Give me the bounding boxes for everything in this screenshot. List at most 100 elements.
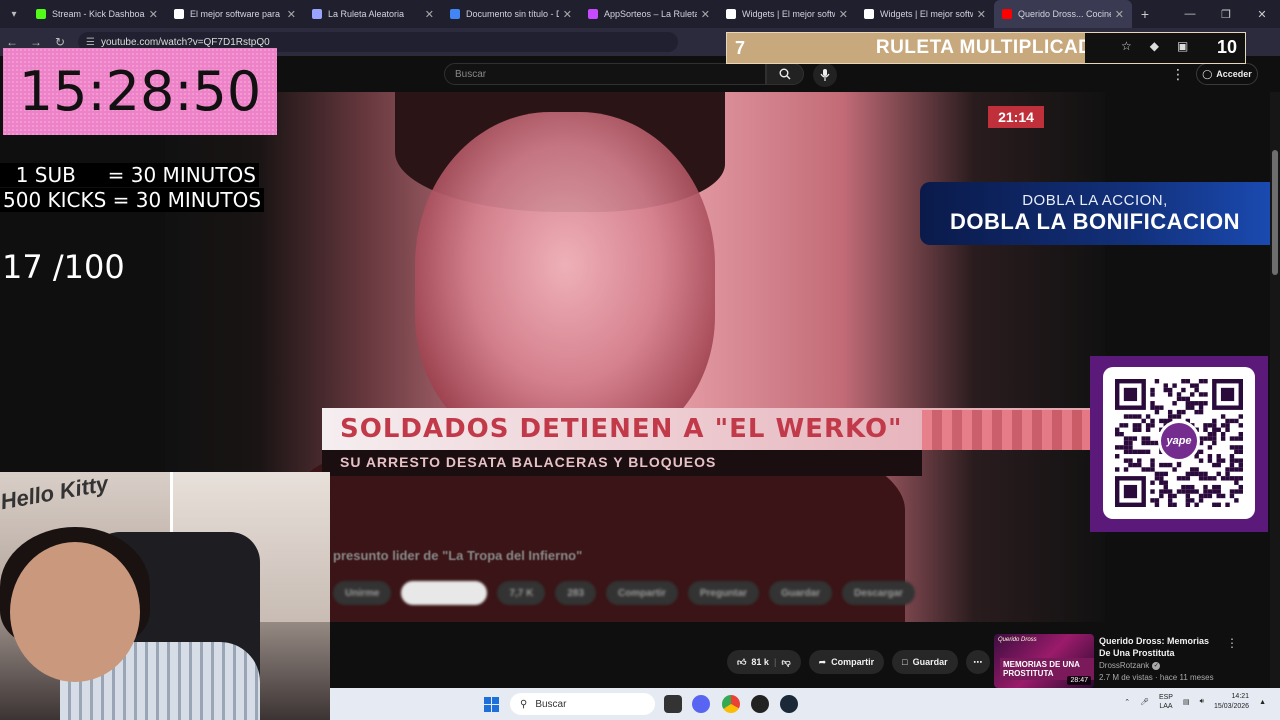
ruleta-right-value: 10 <box>1216 37 1237 57</box>
browser-tab[interactable]: Documento sin título - Do ✕ <box>442 0 580 28</box>
ruleta-widget: 7 RULETA MULTIPLICADORA ☆ ◆ ▣ 10 <box>726 32 1246 64</box>
browser-tab[interactable]: Stream - Kick Dashboard ✕ <box>28 0 166 28</box>
tab-search-button[interactable]: ▾ <box>0 0 28 28</box>
reload-icon[interactable]: ↻ <box>48 35 72 49</box>
new-tab-button[interactable]: + <box>1132 6 1158 22</box>
share-button[interactable]: ➦ Compartir <box>808 650 885 674</box>
language-indicator[interactable]: ESP LAA <box>1159 693 1173 711</box>
bookmark-star-icon[interactable]: ☆ <box>1121 39 1132 53</box>
tab-label: Documento sin título - Do <box>466 9 559 19</box>
thumb-brand: Querido Dross <box>998 637 1037 643</box>
tab-label: Widgets | El mejor softwa <box>742 9 835 19</box>
ruleta-left-value: 7 <box>735 37 746 58</box>
like-button[interactable]: 👍︎ 81 k | 👎︎ <box>727 650 801 674</box>
puzzle-icon[interactable]: ▣ <box>1177 39 1188 53</box>
browser-tab-strip: ▾ Stream - Kick Dashboard ✕ El mejor softw… <box>0 0 1280 28</box>
tab-close-icon[interactable]: ✕ <box>701 8 710 21</box>
tab-favicon-icon <box>588 9 598 19</box>
tab-close-icon[interactable]: ✕ <box>839 8 848 21</box>
tab-close-icon[interactable]: ✕ <box>977 8 986 21</box>
tab-close-icon[interactable]: ✕ <box>563 8 572 21</box>
browser-tab[interactable]: AppSorteos – La Ruleta de ✕ <box>580 0 718 28</box>
thumbs-down-icon[interactable]: 👎︎ <box>781 657 790 668</box>
tab-label: El mejor software para pu <box>190 9 283 19</box>
browser-extension-icons: ☆ ◆ ▣ <box>1121 39 1188 53</box>
network-icon[interactable]: ▤ <box>1183 698 1190 706</box>
chrome-icon[interactable] <box>722 695 740 713</box>
mic-icon <box>820 69 830 81</box>
browser-tab[interactable]: El mejor software para pu ✕ <box>166 0 304 28</box>
webcam-sign: Hello Kitty <box>0 472 111 515</box>
tab-close-icon[interactable]: ✕ <box>1115 8 1124 21</box>
tray-mic-icon[interactable]: 🎤︎ <box>1140 698 1149 706</box>
webcam-person-face <box>10 542 140 682</box>
restore-button[interactable]: ❐ <box>1208 8 1244 21</box>
discord-icon[interactable] <box>692 695 710 713</box>
recommendation-menu-icon[interactable]: ⋮ <box>1226 636 1238 650</box>
tab-favicon-icon <box>1002 9 1012 19</box>
more-actions-button[interactable]: ⋯ <box>965 650 990 674</box>
browser-tab[interactable]: Widgets | El mejor softwa ✕ <box>856 0 994 28</box>
scrollbar-thumb[interactable] <box>1272 150 1278 275</box>
voice-search-button[interactable] <box>813 63 837 87</box>
recommendation-channel[interactable]: DrossRotzank ✓ <box>1099 661 1161 670</box>
yape-logo: yape <box>1158 420 1200 462</box>
taskbar-clock[interactable]: 14:21 15/03/2026 <box>1214 692 1249 712</box>
promo-line1: DOBLA LA ACCION, <box>1022 192 1168 209</box>
more-icon: ⋯ <box>973 656 983 667</box>
taskbar-search[interactable]: ⚲ Buscar <box>510 693 655 715</box>
youtube-search-input[interactable]: Buscar <box>444 63 766 85</box>
windows-start-icon[interactable] <box>484 697 499 712</box>
channel-name: DrossRotzank <box>1099 661 1150 670</box>
save-button[interactable]: □ Guardar <box>892 650 958 674</box>
settings-menu-icon[interactable]: ⋮ <box>1171 66 1185 83</box>
account-icon: ◯ <box>1202 68 1213 79</box>
signin-button[interactable]: ◯ Acceder <box>1196 63 1258 85</box>
thumbs-up-icon: 👍︎ <box>737 656 747 667</box>
like-count: 81 k <box>751 657 769 667</box>
clock-time: 14:21 <box>1231 693 1250 700</box>
promo-banner: DOBLA LA ACCION, DOBLA LA BONIFICACION <box>920 182 1270 245</box>
browser-tab[interactable]: Widgets | El mejor softwa ✕ <box>718 0 856 28</box>
video-duration: 28:47 <box>1067 676 1091 685</box>
tab-label: Querido Dross... Cociné P <box>1018 9 1111 19</box>
goal-counter: 17 /100 <box>2 248 125 286</box>
embedded-download: Descargar <box>841 581 915 605</box>
tab-close-icon[interactable]: ✕ <box>149 8 158 21</box>
notification-icon[interactable]: ▲ <box>1259 699 1266 706</box>
extension-icon[interactable]: ◆ <box>1150 39 1159 53</box>
close-window-button[interactable]: ✕ <box>1244 8 1280 21</box>
system-tray: ⌃ 🎤︎ ESP LAA ▤ 🔊︎ 14:21 15/03/2026 ▲ <box>1124 692 1266 712</box>
tab-favicon-icon <box>174 9 184 19</box>
task-view-icon[interactable] <box>664 695 682 713</box>
site-info-icon[interactable]: ☰ <box>86 37 95 48</box>
obs-icon[interactable] <box>751 695 769 713</box>
subathon-timer: 15:28:50 <box>3 48 277 135</box>
tray-chevron-icon[interactable]: ⌃ <box>1124 698 1130 706</box>
windows-taskbar: ⚲ Buscar ⌃ 🎤︎ ESP LAA ▤ 🔊︎ 14:21 15/03/2… <box>330 688 1280 720</box>
video-frame-face <box>415 112 715 452</box>
url-text: youtube.com/watch?v=QF7D1RstpQ0 <box>100 36 270 48</box>
browser-tab[interactable]: Querido Dross... Cociné P ✕ <box>994 0 1132 28</box>
forward-icon[interactable]: → <box>24 35 48 49</box>
recommendation-title[interactable]: Querido Dross: Memorias De Una Prostitut… <box>1099 635 1217 659</box>
tab-close-icon[interactable]: ✕ <box>425 8 434 21</box>
browser-tab[interactable]: La Ruleta Aleatoria ✕ <box>304 0 442 28</box>
save-label: Guardar <box>912 657 948 667</box>
window-controls: — ❐ ✕ <box>1172 8 1280 21</box>
embedded-dislikes: 283 <box>555 581 597 605</box>
minimize-button[interactable]: — <box>1172 8 1208 21</box>
rule-sub: 1 SUB = 30 MINUTOS <box>0 163 259 187</box>
embedded-actions: Unirme 7,7 K 283 Compartir Preguntar Gua… <box>333 578 1093 608</box>
video-actions-row: 👍︎ 81 k | 👎︎ ➦ Compartir □ Guardar ⋯ <box>727 650 990 674</box>
search-button[interactable] <box>766 63 804 85</box>
embedded-save: Guardar <box>769 581 832 605</box>
recommendation-thumbnail[interactable]: Querido Dross MEMORIAS DE UNA PROSTITUTA… <box>994 634 1094 688</box>
tab-label: Widgets | El mejor softwa <box>880 9 973 19</box>
verified-icon: ✓ <box>1152 661 1161 670</box>
steam-icon[interactable] <box>780 695 798 713</box>
webcam-feed: Hello Kitty <box>0 472 330 720</box>
volume-icon[interactable]: 🔊︎ <box>1200 698 1204 706</box>
tab-close-icon[interactable]: ✕ <box>287 8 296 21</box>
back-icon[interactable]: ← <box>0 35 24 49</box>
